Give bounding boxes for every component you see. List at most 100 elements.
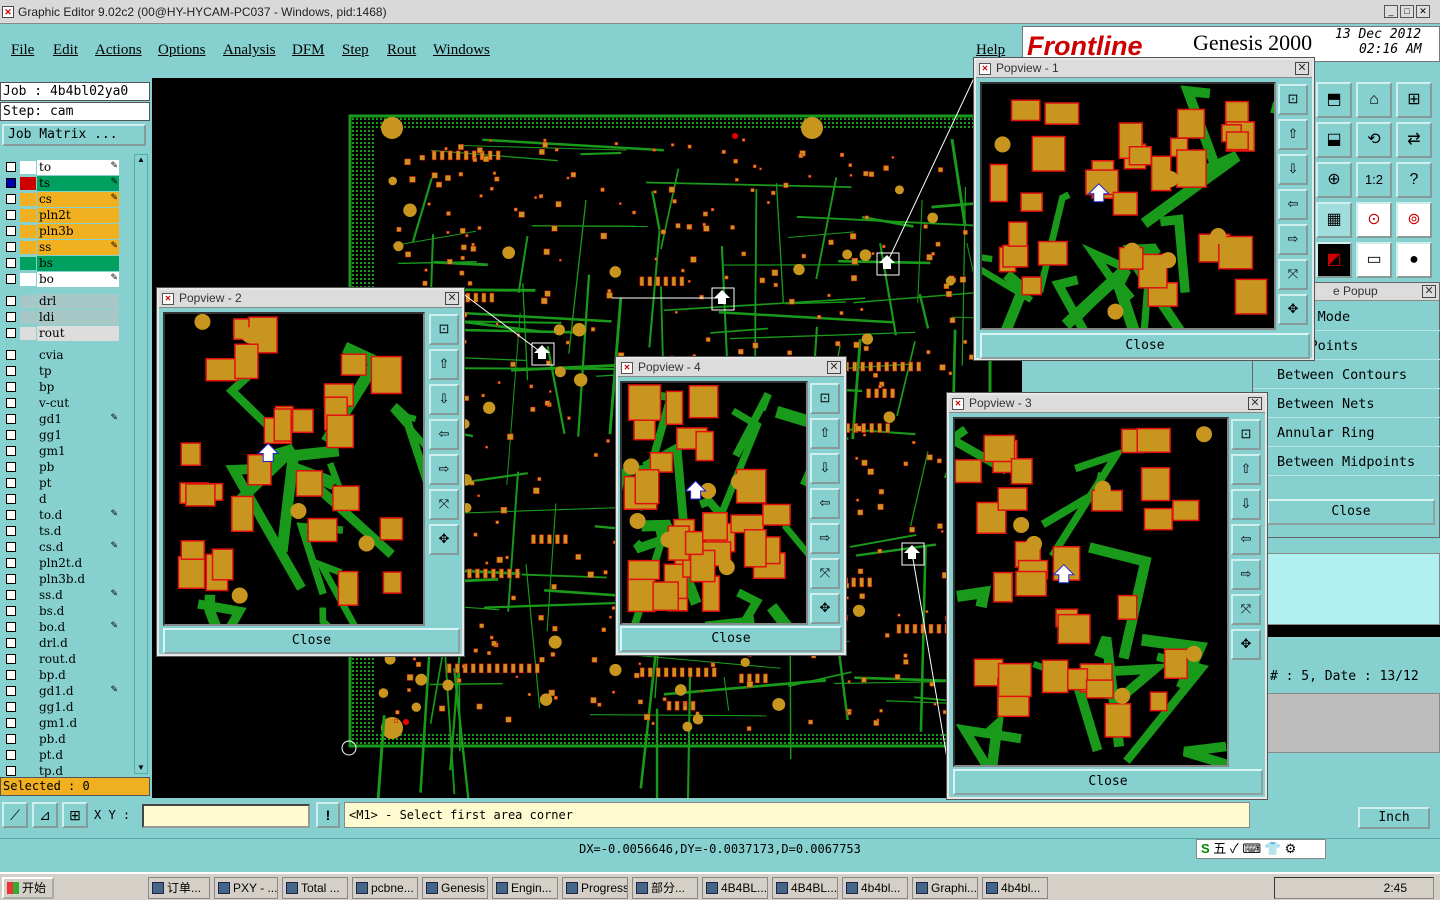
layer-row-pln3b[interactable]: pln3b [2,224,120,239]
layer-checkbox[interactable] [6,382,16,392]
ime-bar[interactable]: S 五 ✓ ⌨ 👕 ⚙ [1196,839,1326,859]
layer-checkbox[interactable] [6,462,16,472]
layer-checkbox[interactable] [6,398,16,408]
layer-checkbox[interactable] [6,242,16,252]
layer-checkbox[interactable] [6,510,16,520]
table-icon[interactable]: ▦ [1316,202,1352,238]
taskbar-item[interactable]: 订单... [148,877,210,899]
popview-4-view[interactable] [620,381,808,625]
zoom-out-icon[interactable]: ⤧ [1231,594,1261,625]
layer-checkbox[interactable] [6,446,16,456]
layer-checkbox[interactable] [6,702,16,712]
layer-checkbox[interactable] [6,210,16,220]
taskbar-item[interactable]: Total ... [282,877,348,899]
rotate-icon[interactable]: ⟲ [1356,122,1392,158]
dot-icon[interactable]: ● [1396,242,1432,278]
scroll-down-icon[interactable]: ▼ [136,763,146,773]
measure-option[interactable]: Between Nets [1253,390,1440,418]
layer-checkbox[interactable] [6,478,16,488]
unit-button[interactable]: Inch [1358,807,1430,829]
layer-checkbox[interactable] [6,226,16,236]
zoom-in-icon[interactable]: ✥ [429,524,459,555]
layer-checkbox[interactable] [6,622,16,632]
menu-options[interactable]: Options [158,42,206,59]
layer-row-cvia[interactable]: cvia [2,348,120,363]
measure-option[interactable]: Between Contours [1253,361,1440,389]
layer-checkbox[interactable] [6,162,16,172]
popview-4-canvas[interactable] [622,383,806,623]
measure-option[interactable]: Between Midpoints [1253,448,1440,476]
zoom-out-icon[interactable]: ⤧ [429,489,459,520]
layer-checkbox[interactable] [6,686,16,696]
layer-checkbox[interactable] [6,350,16,360]
layer-row-bo[interactable]: bo ✎ [2,272,120,287]
measure-close-button[interactable]: Close [1267,499,1435,525]
pan-right-icon[interactable]: ⇨ [429,454,459,485]
menu-rout[interactable]: Rout [387,42,416,59]
grid-icon[interactable]: ⊞ [62,802,88,828]
zoom-in-icon[interactable]: ✥ [810,593,840,624]
zoom-fit-icon[interactable]: ⊡ [429,314,459,345]
layer-checkbox[interactable] [6,558,16,568]
menu-file[interactable]: File [11,42,34,59]
drill-icon[interactable]: ⊚ [1396,202,1432,238]
layer-checkbox[interactable] [6,328,16,338]
layer-row-to[interactable]: to ✎ [2,160,120,175]
measure-icon[interactable]: ⊙ [1356,202,1392,238]
layer-checkbox[interactable] [6,366,16,376]
layer-row-gm1.d[interactable]: gm1.d [2,716,120,731]
snap-icon[interactable]: ⟋ [2,802,28,828]
layer-row-ldi[interactable]: ldi [2,310,120,325]
layer-checkbox[interactable] [6,494,16,504]
taskbar-item[interactable]: 4b4bl... [842,877,908,899]
zoom-out-icon[interactable]: ⤧ [810,558,840,589]
taskbar-item[interactable]: 4b4bl... [982,877,1048,899]
layer-checkbox[interactable] [6,718,16,728]
menu-windows[interactable]: Windows [433,42,490,59]
layer-checkbox[interactable] [6,574,16,584]
pan-left-icon[interactable]: ⇦ [1231,524,1261,555]
taskbar-item[interactable]: pcbne... [352,877,418,899]
pan-up-icon[interactable]: ⇧ [810,418,840,449]
taskbar-item[interactable]: Progress [562,877,628,899]
layer-checkbox[interactable] [6,430,16,440]
close-icon[interactable]: ✕ [827,361,841,374]
layer-row-gd1.d[interactable]: gd1.d ✎ [2,684,120,699]
layer-checkbox[interactable] [6,312,16,322]
start-button[interactable]: 开始 [2,877,54,899]
layer-row-drl.d[interactable]: drl.d [2,636,120,651]
layer-checkbox[interactable] [6,542,16,552]
taskbar-item[interactable]: PXY - ... [214,877,278,899]
layer-checkbox[interactable] [6,526,16,536]
layer-row-d[interactable]: d [2,492,120,507]
pan-right-icon[interactable]: ⇨ [1231,559,1261,590]
layer-row-bo.d[interactable]: bo.d ✎ [2,620,120,635]
zoom-fit-icon[interactable]: ⊡ [1231,419,1261,450]
pan-left-icon[interactable]: ⇦ [1278,189,1308,220]
layer-checkbox[interactable] [6,654,16,664]
layer-row-bp.d[interactable]: bp.d [2,668,120,683]
popview-1-canvas[interactable] [982,84,1274,328]
layer-checkbox[interactable] [6,258,16,268]
close-icon[interactable]: ✕ [1295,62,1309,75]
layer-row-bs.d[interactable]: bs.d [2,604,120,619]
measure-option[interactable]: Annular Ring [1253,419,1440,447]
layer-checkbox[interactable] [6,590,16,600]
layer-checkbox[interactable] [6,296,16,306]
popview-3-close-button[interactable]: Close [953,769,1263,795]
layer-row-ss.d[interactable]: ss.d ✎ [2,588,120,603]
layer-row-pb[interactable]: pb [2,460,120,475]
layer-checkbox[interactable] [6,670,16,680]
popview-1-view[interactable] [980,82,1276,330]
layer-row-tp[interactable]: tp [2,364,120,379]
popview-3-view[interactable] [953,417,1229,767]
alert-icon[interactable]: ! [316,802,340,828]
taskbar-item[interactable]: Genesis [422,877,488,899]
layer-row-rout.d[interactable]: rout.d [2,652,120,667]
layer-row-gg1.d[interactable]: gg1.d [2,700,120,715]
menu-help[interactable]: Help [976,42,1005,59]
layer-row-pt.d[interactable]: pt.d [2,748,120,763]
pan-up-icon[interactable]: ⇧ [1231,454,1261,485]
color-icon[interactable]: ◩ [1316,242,1352,278]
layer-row-pln2t[interactable]: pln2t [2,208,120,223]
